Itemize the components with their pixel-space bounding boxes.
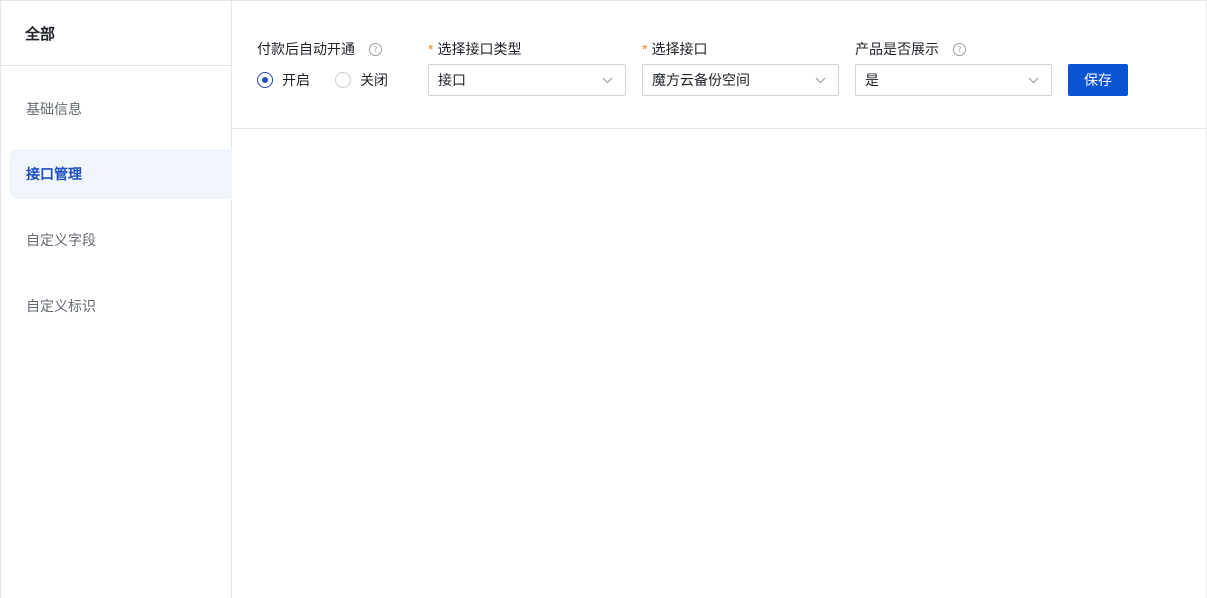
sidebar-item-label: 自定义标识 xyxy=(26,298,96,314)
app-frame: 全部 基础信息 接口管理 自定义字段 自定义标识 付款后自动开通 ? 开启 关闭… xyxy=(0,0,1207,598)
question-circle-icon[interactable]: ? xyxy=(953,42,966,56)
chevron-down-icon xyxy=(815,77,826,84)
interface-type-select[interactable]: 接口 xyxy=(428,64,626,96)
required-mark: * xyxy=(428,41,434,57)
sidebar-item-label: 自定义字段 xyxy=(26,232,96,248)
question-circle-icon[interactable]: ? xyxy=(369,42,382,56)
chevron-down-icon xyxy=(602,77,613,84)
product-display-label: 产品是否展示 ? xyxy=(855,39,966,59)
interface-value: 魔方云备份空间 xyxy=(652,72,750,88)
save-button[interactable]: 保存 xyxy=(1068,64,1128,96)
main-content: 付款后自动开通 ? 开启 关闭 * 选择接口类型 接口 * 选择接口 魔方云备份… xyxy=(232,1,1206,598)
interface-label: * 选择接口 xyxy=(642,39,707,59)
sidebar-item-label: 基础信息 xyxy=(26,101,82,117)
radio-unchecked-icon[interactable] xyxy=(335,72,351,88)
interface-label-text: 选择接口 xyxy=(651,41,708,57)
auto-open-radio-on[interactable]: 开启 xyxy=(257,70,310,90)
product-display-select[interactable]: 是 xyxy=(855,64,1052,96)
interface-type-value: 接口 xyxy=(438,72,466,88)
auto-open-label: 付款后自动开通 ? xyxy=(257,39,382,59)
auto-open-label-text: 付款后自动开通 xyxy=(257,41,355,57)
required-mark: * xyxy=(642,41,648,57)
auto-open-radio-off[interactable]: 关闭 xyxy=(335,70,388,90)
product-display-value: 是 xyxy=(865,72,879,88)
sidebar-item-custom-fields[interactable]: 自定义字段 xyxy=(10,215,232,265)
sidebar-item-interface-management[interactable]: 接口管理 xyxy=(10,149,232,199)
radio-label: 关闭 xyxy=(360,72,388,88)
chevron-down-icon xyxy=(1028,77,1039,84)
interface-type-label: * 选择接口类型 xyxy=(428,39,521,59)
interface-type-label-text: 选择接口类型 xyxy=(437,41,522,57)
interface-select[interactable]: 魔方云备份空间 xyxy=(642,64,839,96)
sidebar-item-basic-info[interactable]: 基础信息 xyxy=(10,84,232,134)
sidebar-item-label: 接口管理 xyxy=(26,166,82,182)
radio-checked-icon[interactable] xyxy=(257,72,273,88)
sidebar-item-custom-tags[interactable]: 自定义标识 xyxy=(10,281,232,331)
settings-toolbar: 付款后自动开通 ? 开启 关闭 * 选择接口类型 接口 * 选择接口 魔方云备份… xyxy=(232,1,1206,129)
sidebar-title: 全部 xyxy=(1,1,231,66)
sidebar: 全部 基础信息 接口管理 自定义字段 自定义标识 xyxy=(1,1,232,598)
radio-label: 开启 xyxy=(282,72,310,88)
product-display-label-text: 产品是否展示 xyxy=(855,41,939,57)
